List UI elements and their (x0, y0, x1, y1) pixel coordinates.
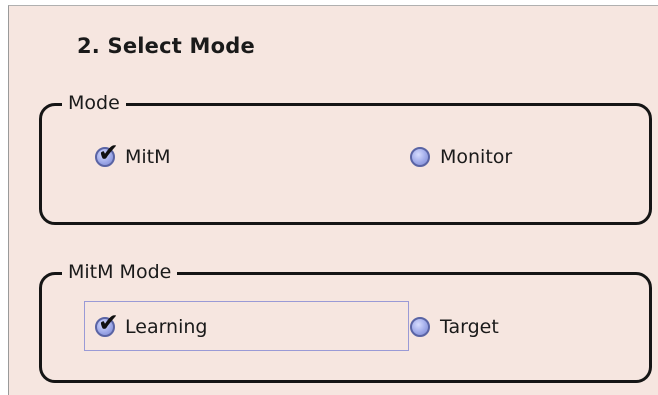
checkmark-icon: ✔ (98, 138, 119, 167)
section-title: 2. Select Mode (77, 34, 255, 58)
radio-label-learning[interactable]: Learning (125, 316, 208, 338)
mitm-mode-group: MitM Mode ✔ Learning Target (39, 260, 652, 383)
radio-target[interactable]: Target (410, 316, 499, 338)
settings-panel: 2. Select Mode Mode ✔ MitM Monitor MitM … (8, 5, 658, 395)
radio-monitor[interactable]: Monitor (410, 146, 512, 168)
radio-label-mitm[interactable]: MitM (125, 146, 171, 168)
radio-button-mitm[interactable]: ✔ (95, 140, 119, 167)
radio-button-learning[interactable]: ✔ (95, 310, 119, 337)
checkmark-icon: ✔ (98, 308, 119, 337)
mode-group: Mode ✔ MitM Monitor (39, 91, 652, 225)
mode-group-legend: Mode (62, 91, 126, 115)
radio-label-target[interactable]: Target (440, 316, 499, 338)
radio-label-monitor[interactable]: Monitor (440, 146, 512, 168)
mitm-mode-group-legend: MitM Mode (62, 260, 178, 284)
radio-button-target[interactable] (410, 317, 430, 337)
radio-button-monitor[interactable] (410, 147, 430, 167)
radio-learning[interactable]: ✔ Learning (95, 310, 208, 338)
radio-mitm[interactable]: ✔ MitM (95, 140, 171, 168)
